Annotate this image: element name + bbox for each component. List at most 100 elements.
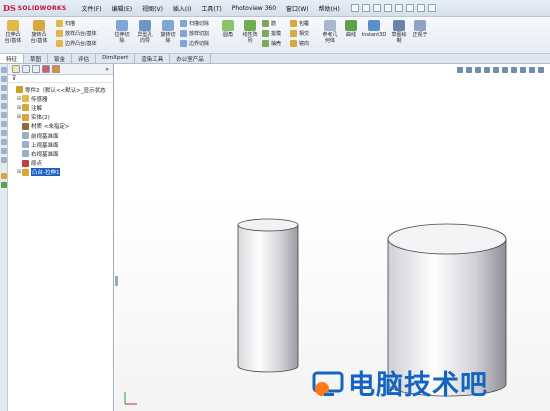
curves-button[interactable]: 曲线 [342, 20, 360, 38]
dimxpert-manager-tab-icon[interactable] [42, 65, 50, 73]
view-palette-icon[interactable] [1, 103, 7, 109]
lofted-cut-button[interactable]: 放样切割 [180, 30, 209, 37]
tab-render-tools[interactable]: 渲染工具 [135, 54, 171, 63]
menu-window[interactable]: 窗口(W) [281, 4, 314, 13]
display-manager-tab-icon[interactable] [52, 65, 60, 73]
revolve-boss-label: 旋转凸 台/基体 [30, 32, 48, 44]
menu-tools[interactable]: 工具(T) [196, 4, 226, 13]
tree-item[interactable]: 原点 [10, 159, 113, 168]
tree-filter[interactable]: ⊽ [8, 75, 113, 83]
menu-help[interactable]: 帮助(H) [314, 4, 345, 13]
tree-item[interactable]: 前视基准面 [10, 131, 113, 140]
sketch-label: 草图绘 制 [391, 32, 407, 44]
forum-icon[interactable] [1, 139, 7, 145]
wrap-button[interactable]: 包覆 [290, 20, 309, 27]
tab-dimxpert[interactable]: DimXpert [96, 54, 136, 63]
revolve-cut-button[interactable]: 旋转切 除 [158, 20, 178, 44]
filter-icon[interactable]: ⊽ [12, 75, 16, 82]
tree-item[interactable]: 右视基准面 [10, 149, 113, 158]
swept-cut-button[interactable]: 扫描切除 [180, 20, 209, 27]
tree-item-label: 注解 [31, 105, 43, 112]
swept-cut-label: 扫描切除 [189, 21, 210, 27]
pencil-icon[interactable] [1, 130, 7, 136]
sweep-label: 扫描 [65, 21, 76, 27]
select-icon[interactable] [405, 4, 414, 12]
calendar-icon[interactable] [1, 148, 7, 154]
watermark-text: 电脑技术吧 [348, 370, 488, 401]
extrude-cut-button[interactable]: 拉伸切 除 [112, 20, 132, 44]
instant3d-button[interactable]: Instant3D [360, 20, 388, 38]
extrude-boss-label: 拉伸凸 台/基体 [4, 32, 22, 44]
boundary-cut-button[interactable]: 边界切除 [180, 40, 209, 47]
tree-item[interactable]: 材质 <未指定> [10, 122, 113, 131]
menu-view[interactable]: 视图(V) [137, 4, 168, 13]
tree-item-label: 零件2（默认<<默认>_显示状态 [25, 87, 106, 94]
menu-photoview[interactable]: Photoview 360 [227, 5, 281, 12]
reference-geometry-icon [324, 20, 336, 31]
undo-icon[interactable] [394, 4, 403, 12]
tree-item[interactable]: ⊞ 实体(2) [10, 113, 113, 122]
menu-file[interactable]: 文件(F) [77, 4, 107, 13]
reference-geometry-button[interactable]: 参考几 何体 [318, 20, 342, 44]
configuration-manager-tab-icon[interactable] [32, 65, 40, 73]
toolbox-icon[interactable] [1, 157, 7, 163]
menu-edit[interactable]: 编辑(E) [107, 4, 137, 13]
revolve-boss-button[interactable]: 旋转凸 台/基体 [28, 20, 50, 44]
shell-button[interactable]: 抽壳 [262, 40, 281, 47]
linear-pattern-button[interactable]: 线性阵 列 [240, 20, 260, 44]
appearances-icon[interactable] [1, 112, 7, 118]
property-manager-tab-icon[interactable] [22, 65, 30, 73]
rib-button[interactable]: 筋 [262, 20, 276, 27]
task-pane-strip [0, 64, 8, 411]
rebuild-icon[interactable] [416, 4, 425, 12]
intersect-button[interactable]: 相交 [290, 30, 309, 37]
menu-insert[interactable]: 插入(I) [168, 4, 196, 13]
expand-chevron-icon[interactable]: » [105, 66, 109, 73]
feature-tree-tab-icon[interactable] [12, 65, 20, 73]
new-document-icon[interactable] [350, 4, 359, 12]
fillet-button[interactable]: 圆角 [218, 20, 238, 38]
hole-wizard-button[interactable]: 异型孔 向导 [134, 20, 156, 44]
custom-properties-icon[interactable] [1, 121, 7, 127]
print-icon[interactable] [383, 4, 392, 12]
watermark-logo-icon [312, 371, 344, 396]
tree-item-label: 上视基准面 [31, 142, 59, 149]
tree-item[interactable]: 零件2（默认<<默认>_显示状态 [10, 85, 113, 94]
file-explorer-icon[interactable] [1, 85, 7, 91]
draft-button[interactable]: 拔模 [262, 30, 281, 37]
tree-item-label: 前视基准面 [31, 133, 59, 140]
sensor-icon [22, 95, 29, 103]
solidworks-logo[interactable]: DS SOLIDWORKS [3, 3, 67, 13]
extrude-cut-icon [116, 20, 128, 31]
tree-item[interactable]: ⊞ 注解 [10, 103, 113, 112]
layers-icon[interactable] [1, 173, 7, 179]
home-icon[interactable] [1, 67, 7, 73]
open-icon[interactable] [361, 4, 370, 12]
tab-features[interactable]: 特征 [0, 54, 25, 63]
search-icon[interactable] [1, 94, 7, 100]
sweep-button[interactable]: 扫描 [56, 20, 75, 27]
library-icon[interactable] [1, 76, 7, 82]
tab-sheet-metal[interactable]: 钣金 [48, 54, 73, 63]
cylinder-small[interactable] [237, 218, 299, 373]
tab-evaluate[interactable]: 评估 [72, 54, 97, 63]
save-icon[interactable] [372, 4, 381, 12]
command-tabs: 特征 草图 钣金 评估 DimXpert 渲染工具 办公室产品 [0, 54, 550, 64]
ds-logo-icon: DS [3, 3, 16, 13]
graphics-area[interactable] [115, 64, 550, 411]
normal-to-button[interactable]: 正视于 [410, 20, 430, 38]
decals-icon[interactable] [1, 182, 7, 188]
boundary-boss-button[interactable]: 边界凸台/基体 [56, 40, 97, 47]
options-icon[interactable] [427, 4, 436, 12]
tree-item[interactable]: ⊞ 传感器 [10, 94, 113, 103]
sketch-button[interactable]: 草图绘 制 [389, 20, 409, 44]
tree-item[interactable]: ⊞ 凸台-拉伸1 [10, 168, 113, 177]
tab-office-products[interactable]: 办公室产品 [170, 54, 211, 63]
mirror-button[interactable]: 镜向 [290, 40, 309, 47]
tab-sketch[interactable]: 草图 [24, 54, 49, 63]
tree-item[interactable]: 上视基准面 [10, 140, 113, 149]
lofted-cut-label: 放样切割 [189, 31, 210, 37]
loft-button[interactable]: 放样凸台/基体 [56, 30, 97, 37]
boundary-cut-label: 边界切除 [189, 41, 210, 47]
extrude-boss-button[interactable]: 拉伸凸 台/基体 [2, 20, 24, 44]
